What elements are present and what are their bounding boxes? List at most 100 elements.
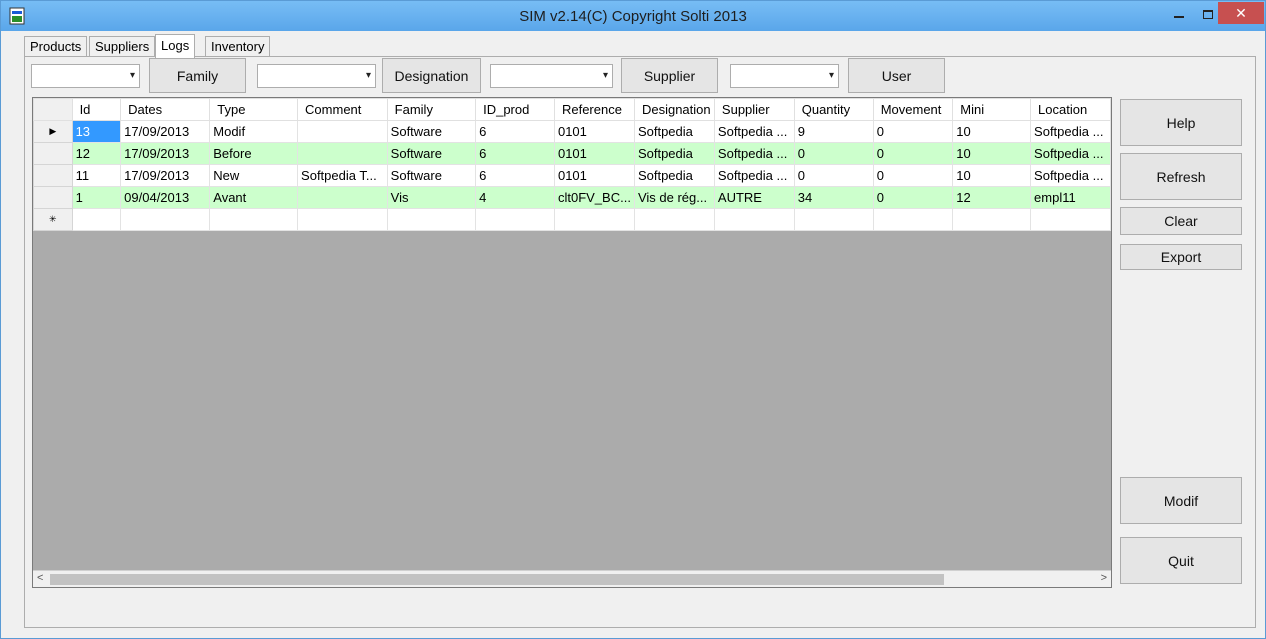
table-cell[interactable] — [553, 208, 635, 231]
table-cell[interactable] — [475, 208, 555, 231]
table-cell[interactable] — [120, 208, 211, 231]
column-header-quantity[interactable]: Quantity — [793, 98, 874, 121]
minimize-button[interactable] — [1164, 2, 1194, 24]
family-button[interactable]: Family — [149, 58, 246, 93]
table-cell[interactable] — [793, 208, 874, 231]
table-cell[interactable]: Softpedia — [633, 142, 715, 165]
table-cell[interactable]: 1 — [71, 186, 122, 209]
column-header-comment[interactable]: Comment — [297, 98, 388, 121]
logs-grid[interactable]: Id Dates Type Comment Family ID_prod Ref… — [32, 97, 1112, 588]
table-cell[interactable] — [297, 208, 388, 231]
table-cell[interactable]: empl11 — [1030, 186, 1111, 209]
table-cell[interactable]: 0101 — [553, 142, 635, 165]
table-cell[interactable]: 17/09/2013 — [120, 164, 211, 187]
table-cell[interactable]: 34 — [793, 186, 874, 209]
table-cell[interactable] — [386, 208, 477, 231]
designation-button[interactable]: Designation — [382, 58, 481, 93]
table-cell[interactable]: 12 — [71, 142, 122, 165]
column-header-dates[interactable]: Dates — [120, 98, 211, 121]
table-cell[interactable]: AUTRE — [713, 186, 795, 209]
table-cell[interactable] — [1030, 208, 1111, 231]
table-cell[interactable]: clt0FV_BC... — [553, 186, 635, 209]
table-cell[interactable]: 0101 — [553, 120, 635, 143]
refresh-button[interactable]: Refresh — [1120, 153, 1242, 200]
scroll-left-icon[interactable]: < — [37, 572, 43, 584]
table-cell[interactable]: Softpedia ... — [713, 142, 795, 165]
table-cell[interactable]: 09/04/2013 — [120, 186, 211, 209]
user-combo[interactable]: ▾ — [730, 64, 839, 88]
table-cell[interactable]: 0 — [793, 164, 874, 187]
table-cell[interactable]: 10 — [952, 120, 1032, 143]
table-row[interactable]: 12 17/09/2013 Before Software 6 0101 Sof… — [33, 142, 1111, 165]
table-cell[interactable]: 10 — [952, 164, 1032, 187]
column-header-reference[interactable]: Reference — [553, 98, 635, 121]
table-cell[interactable]: Modif — [209, 120, 299, 143]
close-button[interactable]: ✕ — [1218, 2, 1264, 24]
table-cell[interactable] — [952, 208, 1032, 231]
supplier-combo[interactable]: ▾ — [490, 64, 613, 88]
table-cell[interactable]: 0 — [872, 120, 954, 143]
table-cell[interactable]: 13 — [71, 120, 122, 143]
table-cell[interactable]: 6 — [475, 164, 555, 187]
table-cell[interactable] — [297, 186, 388, 209]
column-header-designation[interactable]: Designation — [633, 98, 715, 121]
supplier-button[interactable]: Supplier — [621, 58, 718, 93]
column-header-type[interactable]: Type — [209, 98, 299, 121]
column-header-id[interactable]: Id — [71, 98, 122, 121]
table-cell[interactable] — [209, 208, 299, 231]
table-cell[interactable]: Softpedia ... — [713, 120, 795, 143]
table-cell[interactable] — [872, 208, 954, 231]
table-cell[interactable]: 0101 — [553, 164, 635, 187]
column-header-movement[interactable]: Movement — [872, 98, 954, 121]
table-cell[interactable] — [713, 208, 795, 231]
table-cell[interactable]: 12 — [952, 186, 1032, 209]
table-cell[interactable]: Software — [386, 164, 477, 187]
table-cell[interactable]: Softpedia ... — [713, 164, 795, 187]
table-cell[interactable]: 17/09/2013 — [120, 120, 211, 143]
row-marker-icon[interactable]: ▶ — [33, 120, 73, 143]
export-button[interactable]: Export — [1120, 244, 1242, 270]
table-cell[interactable]: Softpedia ... — [1030, 142, 1111, 165]
new-row[interactable]: ✳ — [33, 208, 1111, 231]
table-cell[interactable]: 11 — [71, 164, 122, 187]
table-cell[interactable]: Vis de rég... — [633, 186, 715, 209]
table-cell[interactable]: Softpedia ... — [1030, 164, 1111, 187]
table-row[interactable]: 1 09/04/2013 Avant Vis 4 clt0FV_BC... Vi… — [33, 186, 1111, 209]
scroll-right-icon[interactable]: > — [1101, 572, 1107, 584]
table-cell[interactable]: Softpedia T... — [297, 164, 388, 187]
designation-combo[interactable]: ▾ — [257, 64, 376, 88]
tab-products[interactable]: Products — [24, 36, 88, 57]
table-cell[interactable]: 17/09/2013 — [120, 142, 211, 165]
quit-button[interactable]: Quit — [1120, 537, 1242, 584]
table-cell[interactable] — [633, 208, 715, 231]
table-cell[interactable]: Vis — [386, 186, 477, 209]
table-cell[interactable]: 9 — [793, 120, 874, 143]
tab-inventory[interactable]: Inventory — [205, 36, 271, 57]
table-cell[interactable]: Before — [209, 142, 299, 165]
table-cell[interactable]: New — [209, 164, 299, 187]
row-header[interactable] — [33, 142, 73, 165]
table-row[interactable]: 11 17/09/2013 New Softpedia T... Softwar… — [33, 164, 1111, 187]
clear-button[interactable]: Clear — [1120, 207, 1242, 235]
corner-header[interactable] — [33, 98, 73, 121]
table-cell[interactable]: Software — [386, 120, 477, 143]
table-cell[interactable]: 6 — [475, 142, 555, 165]
column-header-mini[interactable]: Mini — [952, 98, 1032, 121]
table-cell[interactable]: 0 — [872, 186, 954, 209]
table-cell[interactable] — [297, 120, 388, 143]
tab-logs[interactable]: Logs — [155, 34, 196, 58]
table-cell[interactable]: 4 — [475, 186, 555, 209]
family-combo[interactable]: ▾ — [31, 64, 140, 88]
table-cell[interactable]: 0 — [793, 142, 874, 165]
table-cell[interactable]: Softpedia — [633, 120, 715, 143]
table-cell[interactable]: Avant — [209, 186, 299, 209]
table-cell[interactable] — [71, 208, 122, 231]
table-cell[interactable]: Softpedia — [633, 164, 715, 187]
tab-suppliers[interactable]: Suppliers — [89, 36, 156, 57]
table-cell[interactable]: 10 — [952, 142, 1032, 165]
table-cell[interactable]: 6 — [475, 120, 555, 143]
column-header-location[interactable]: Location — [1030, 98, 1111, 121]
row-header[interactable] — [33, 164, 73, 187]
title-bar[interactable]: SIM v2.14(C) Copyright Solti 2013 ✕ — [1, 1, 1265, 31]
user-button[interactable]: User — [848, 58, 945, 93]
